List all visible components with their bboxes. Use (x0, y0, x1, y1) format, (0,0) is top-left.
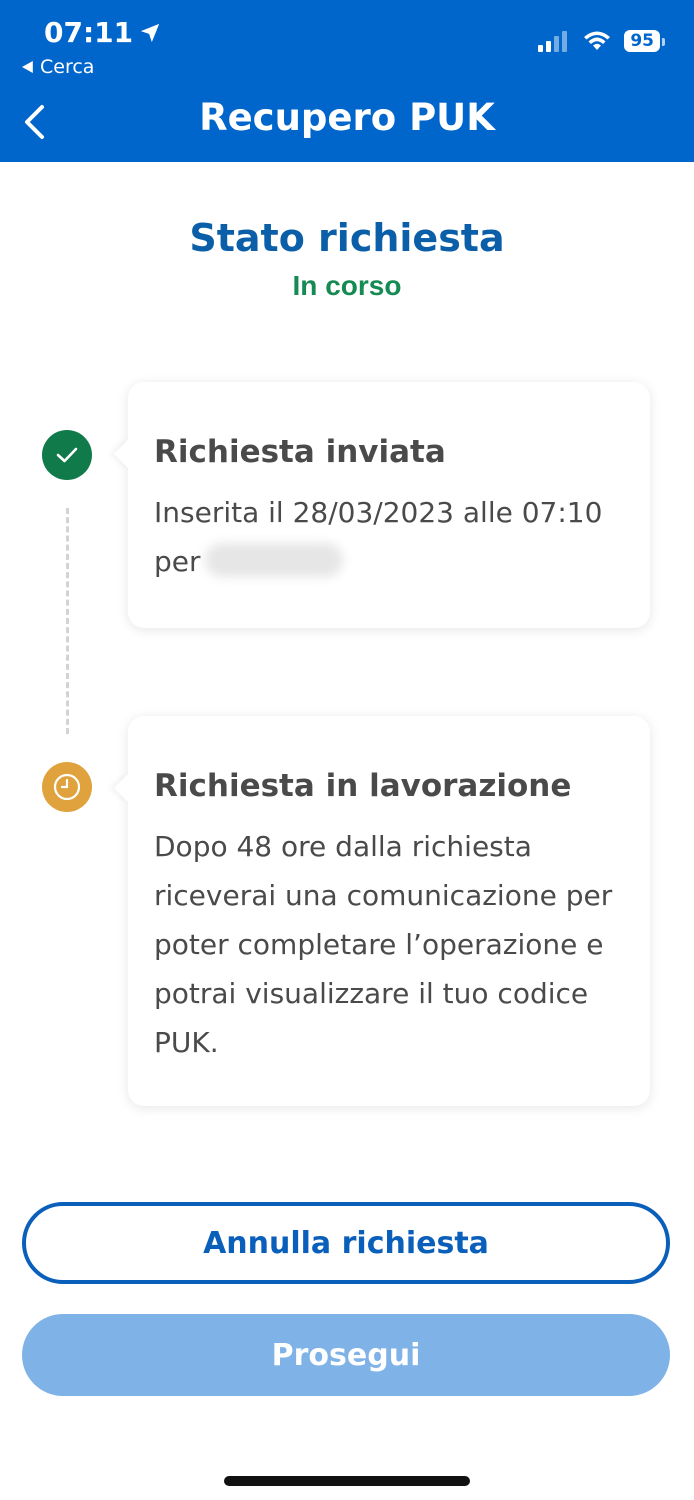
signal-icon (538, 31, 568, 52)
page-title: Recupero PUK (199, 96, 495, 139)
check-icon (42, 430, 92, 480)
clock-icon (42, 762, 92, 812)
cancel-request-button[interactable]: Annulla richiesta (22, 1202, 670, 1284)
step-card-request-sent: Richiesta inviata Inserita il 28/03/2023… (128, 382, 650, 628)
status-bar-time: 07:11 (44, 16, 161, 49)
step-description: Dopo 48 ore dalla richiesta riceverai un… (154, 830, 613, 1059)
request-state-value: In corso (292, 270, 402, 301)
step-date-text: Inserita il 28/03/2023 alle 07:10 (154, 496, 603, 529)
wifi-icon (584, 31, 611, 50)
back-to-search-label: Cerca (40, 56, 95, 78)
battery-indicator: 95 (624, 30, 665, 52)
small-back-triangle-icon (22, 61, 33, 73)
step-title: Richiesta in lavorazione (154, 768, 572, 804)
redacted-phone-number (204, 543, 343, 577)
step-card-request-processing: Richiesta in lavorazione Dopo 48 ore dal… (128, 716, 650, 1106)
timeline-connector (66, 508, 69, 734)
location-arrow-icon (140, 23, 160, 42)
clock-text: 07:11 (44, 16, 134, 49)
home-indicator[interactable] (224, 1476, 470, 1486)
step-description: Inserita il 28/03/2023 alle 07:10 per (154, 488, 624, 586)
step-recipient-line: per (154, 537, 624, 586)
status-indicators: 95 (538, 30, 665, 52)
request-state-title: Stato richiesta (189, 216, 505, 260)
continue-button[interactable]: Prosegui (22, 1314, 670, 1396)
app-header: 07:11 Cerca 95 Recupero PUK (0, 0, 694, 162)
step-title: Richiesta inviata (154, 434, 446, 470)
back-to-search-link[interactable]: Cerca (22, 56, 94, 78)
step-recipient-prefix: per (154, 545, 201, 578)
